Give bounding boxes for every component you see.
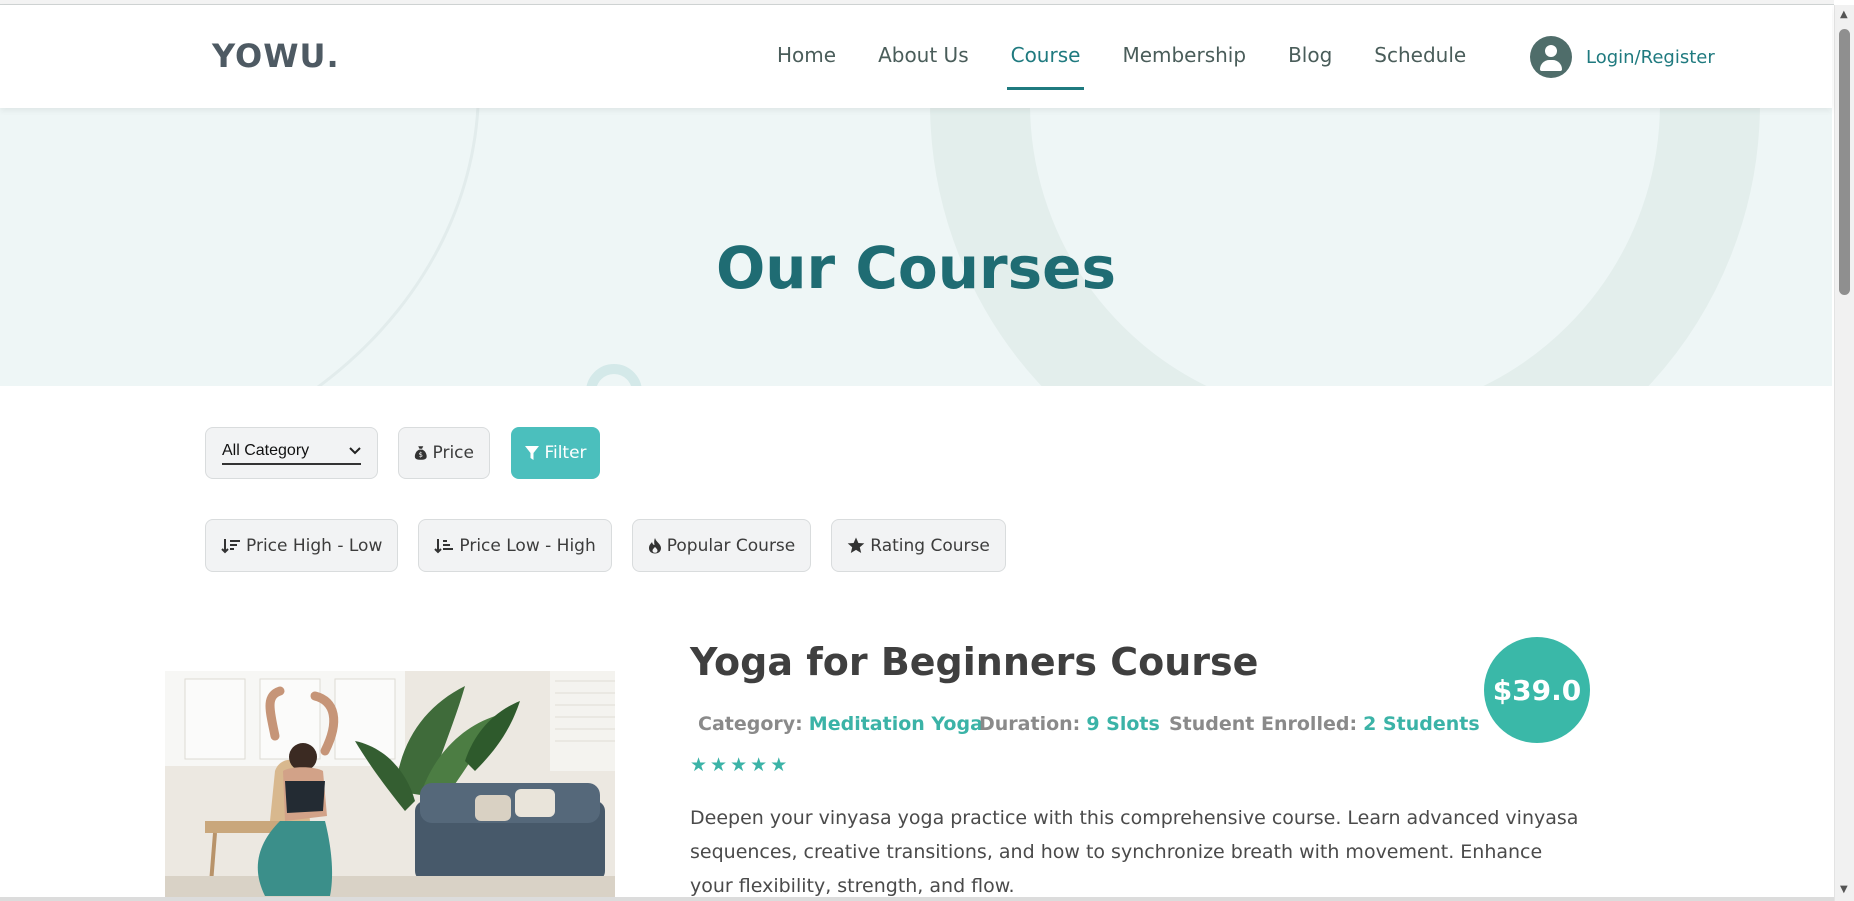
sort-popular-course-label: Popular Course	[666, 535, 796, 556]
course-thumbnail[interactable]	[165, 671, 615, 901]
course-category: Category: Meditation Yoga	[698, 713, 983, 735]
nav-blog[interactable]: Blog	[1288, 43, 1332, 95]
main-nav: Home About Us Course Membership Blog Sch…	[777, 43, 1508, 95]
scroll-down-arrow-icon[interactable]: ▼	[1840, 884, 1848, 895]
money-bag-icon: $	[414, 446, 427, 460]
enrolled-value: 2 Students	[1363, 713, 1480, 735]
fire-icon	[648, 538, 661, 554]
nav-schedule[interactable]: Schedule	[1374, 43, 1466, 95]
site-header: YOWU. Home About Us Course Membership Bl…	[0, 5, 1832, 108]
page-title: Our Courses	[715, 234, 1117, 302]
filter-button[interactable]: Filter	[511, 427, 600, 479]
hero-banner: Our Courses	[0, 108, 1832, 386]
course-rating: ★ ★ ★ ★ ★	[690, 754, 790, 776]
nav-about-us[interactable]: About Us	[878, 43, 969, 95]
course-enrolled: Student Enrolled: 2 Students	[1169, 713, 1480, 735]
sort-price-low-high-label: Price Low - High	[459, 535, 596, 556]
nav-membership[interactable]: Membership	[1122, 43, 1246, 95]
decorative-ring	[586, 364, 642, 386]
filter-bar: All Category $ Price Filter	[205, 427, 600, 479]
rating-star-icon: ★	[690, 754, 708, 776]
user-avatar-icon	[1530, 36, 1572, 78]
rating-star-icon: ★	[710, 754, 728, 776]
vertical-scrollbar[interactable]: ▲ ▼	[1834, 5, 1854, 901]
login-register-link[interactable]: Login/Register	[1530, 36, 1715, 78]
site-logo[interactable]: YOWU.	[212, 37, 340, 75]
sort-bar: Price High - Low Price Low - High Popula…	[205, 519, 1026, 572]
sort-price-high-low-label: Price High - Low	[246, 535, 383, 556]
enrolled-key: Student Enrolled:	[1169, 713, 1358, 735]
category-select[interactable]: All Category	[205, 427, 378, 479]
rating-star-icon: ★	[750, 754, 768, 776]
category-select-value: All Category	[222, 441, 310, 459]
category-value: Meditation Yoga	[808, 713, 983, 735]
sort-amount-down-icon	[221, 538, 240, 553]
course-title[interactable]: Yoga for Beginners Course	[690, 640, 1258, 684]
duration-value: 9 Slots	[1086, 713, 1160, 735]
category-key: Category:	[698, 713, 803, 735]
rating-star-icon: ★	[730, 754, 748, 776]
nav-home[interactable]: Home	[777, 43, 836, 95]
sort-price-high-low-button[interactable]: Price High - Low	[205, 519, 399, 572]
nav-course[interactable]: Course	[1006, 43, 1085, 95]
login-register-label: Login/Register	[1586, 46, 1715, 68]
scroll-up-arrow-icon[interactable]: ▲	[1840, 9, 1848, 20]
sort-price-low-high-button[interactable]: Price Low - High	[418, 519, 612, 572]
svg-text:$: $	[419, 451, 423, 459]
price-button[interactable]: $ Price	[398, 427, 490, 479]
funnel-icon	[525, 446, 540, 460]
price-button-label: Price	[432, 443, 474, 463]
duration-key: Duration:	[979, 713, 1081, 735]
course-duration: Duration: 9 Slots	[979, 713, 1160, 735]
chevron-down-icon	[349, 446, 361, 454]
rating-star-icon: ★	[770, 754, 788, 776]
sort-rating-course-label: Rating Course	[870, 535, 990, 556]
yoga-photo	[165, 671, 615, 901]
filter-button-label: Filter	[544, 443, 587, 463]
sort-rating-course-button[interactable]: Rating Course	[831, 519, 1006, 572]
scrollbar-thumb[interactable]	[1839, 29, 1850, 295]
browser-bottom-edge	[0, 897, 1834, 901]
price-badge: $39.0	[1484, 637, 1590, 743]
course-description: Deepen your vinyasa yoga practice with t…	[690, 807, 1579, 897]
star-icon	[847, 537, 865, 553]
sort-popular-course-button[interactable]: Popular Course	[631, 519, 812, 572]
sort-amount-up-icon	[434, 538, 454, 553]
